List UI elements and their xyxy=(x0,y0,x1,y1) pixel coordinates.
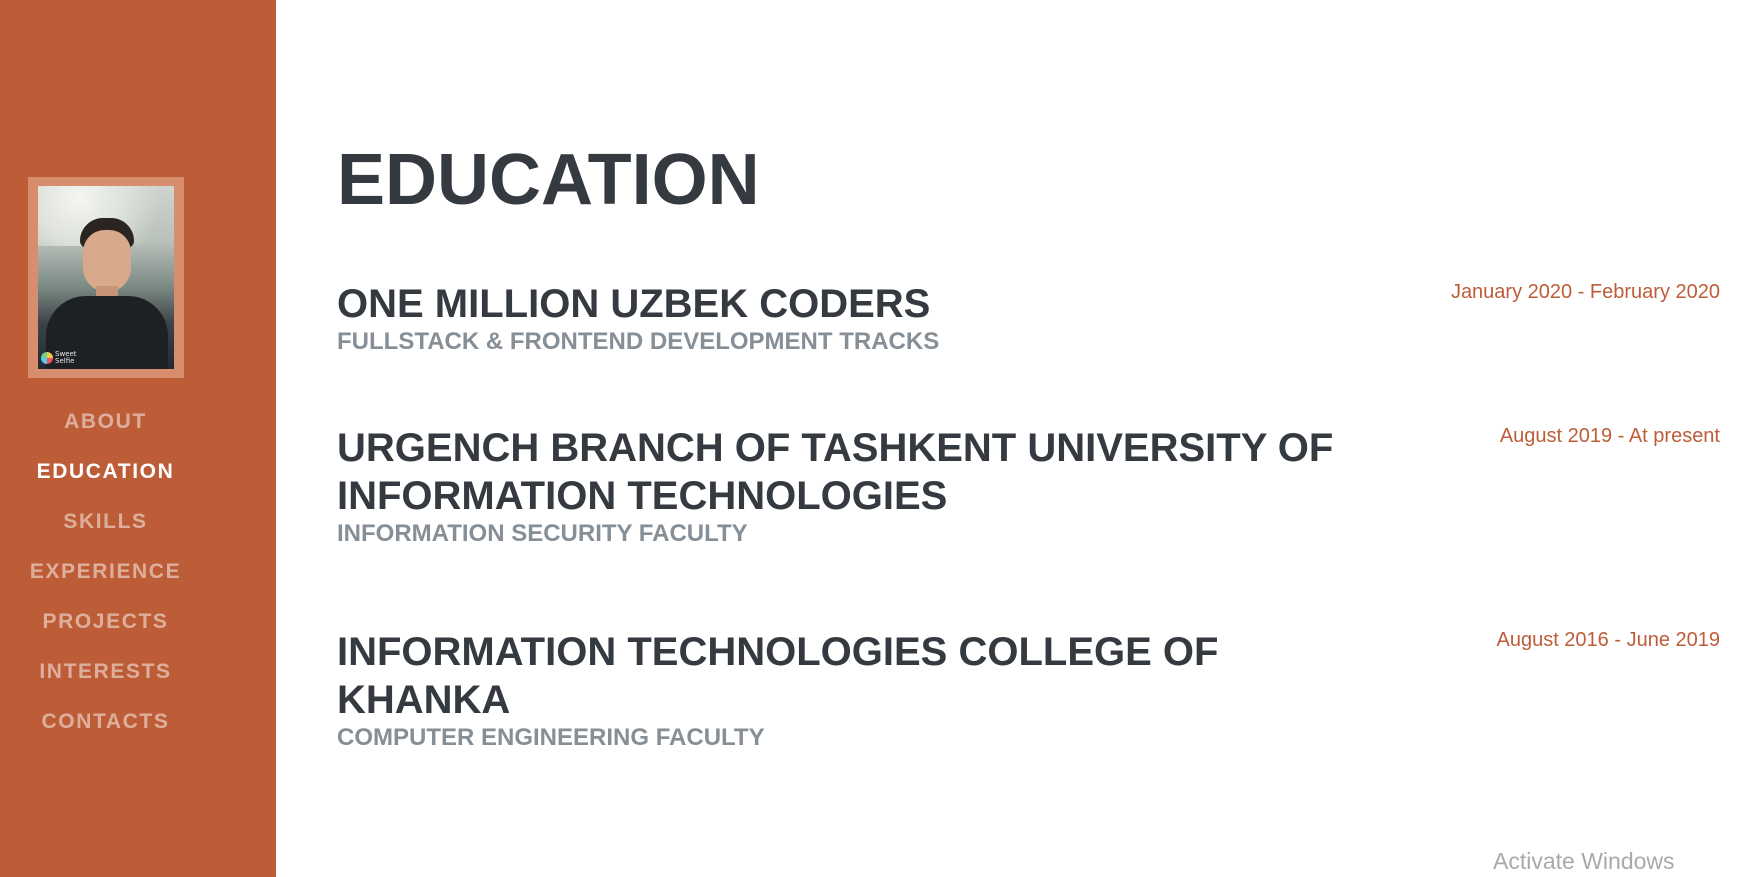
nav-item-about[interactable]: ABOUT xyxy=(0,405,211,455)
section-title: EDUCATION xyxy=(337,140,760,220)
entry-subtitle: INFORMATION SECURITY FACULTY xyxy=(337,520,748,547)
entry-subtitle: COMPUTER ENGINEERING FACULTY xyxy=(337,724,765,751)
nav-item-projects[interactable]: PROJECTS xyxy=(0,605,211,655)
entry-date: August 2019 - At present xyxy=(1499,425,1720,447)
nav-item-interests[interactable]: INTERESTS xyxy=(0,655,211,705)
nav-item-experience[interactable]: EXPERIENCE xyxy=(0,555,211,605)
entry-title: INFORMATION TECHNOLOGIES COLLEGE OF KHAN… xyxy=(337,630,1219,722)
resume-page: Sweet Selfie ABOUT EDUCATION SKILLS EXPE… xyxy=(0,0,1761,877)
entry-subtitle: FULLSTACK & FRONTEND DEVELOPMENT TRACKS xyxy=(337,328,940,355)
avatar: Sweet Selfie xyxy=(38,186,174,369)
education-entry: INFORMATION TECHNOLOGIES COLLEGE OF KHAN… xyxy=(337,628,1720,752)
sidebar-nav: ABOUT EDUCATION SKILLS EXPERIENCE PROJEC… xyxy=(0,405,211,755)
education-entry: ONE MILLION UZBEK CODERS FULLSTACK & FRO… xyxy=(337,280,1720,356)
entry-title: ONE MILLION UZBEK CODERS xyxy=(337,282,931,326)
nav-item-education[interactable]: EDUCATION xyxy=(0,455,211,505)
entry-date: January 2020 - February 2020 xyxy=(1450,281,1720,303)
nav-item-contacts[interactable]: CONTACTS xyxy=(0,705,211,755)
entry-date: August 2016 - June 2019 xyxy=(1496,629,1720,651)
photo-face xyxy=(83,230,131,292)
photo-badge-text: Sweet Selfie xyxy=(55,350,77,365)
nav-item-skills[interactable]: SKILLS xyxy=(0,505,211,555)
sidebar: Sweet Selfie ABOUT EDUCATION SKILLS EXPE… xyxy=(0,0,276,877)
photo-badge: Sweet Selfie xyxy=(41,351,79,365)
entry-title: URGENCH BRANCH OF TASHKENT UNIVERSITY OF… xyxy=(337,426,1334,518)
avatar-frame: Sweet Selfie xyxy=(28,177,184,378)
education-entry: URGENCH BRANCH OF TASHKENT UNIVERSITY OF… xyxy=(337,424,1720,548)
activate-windows-watermark: Activate Windows xyxy=(1493,848,1675,874)
camera-app-icon xyxy=(41,352,53,364)
